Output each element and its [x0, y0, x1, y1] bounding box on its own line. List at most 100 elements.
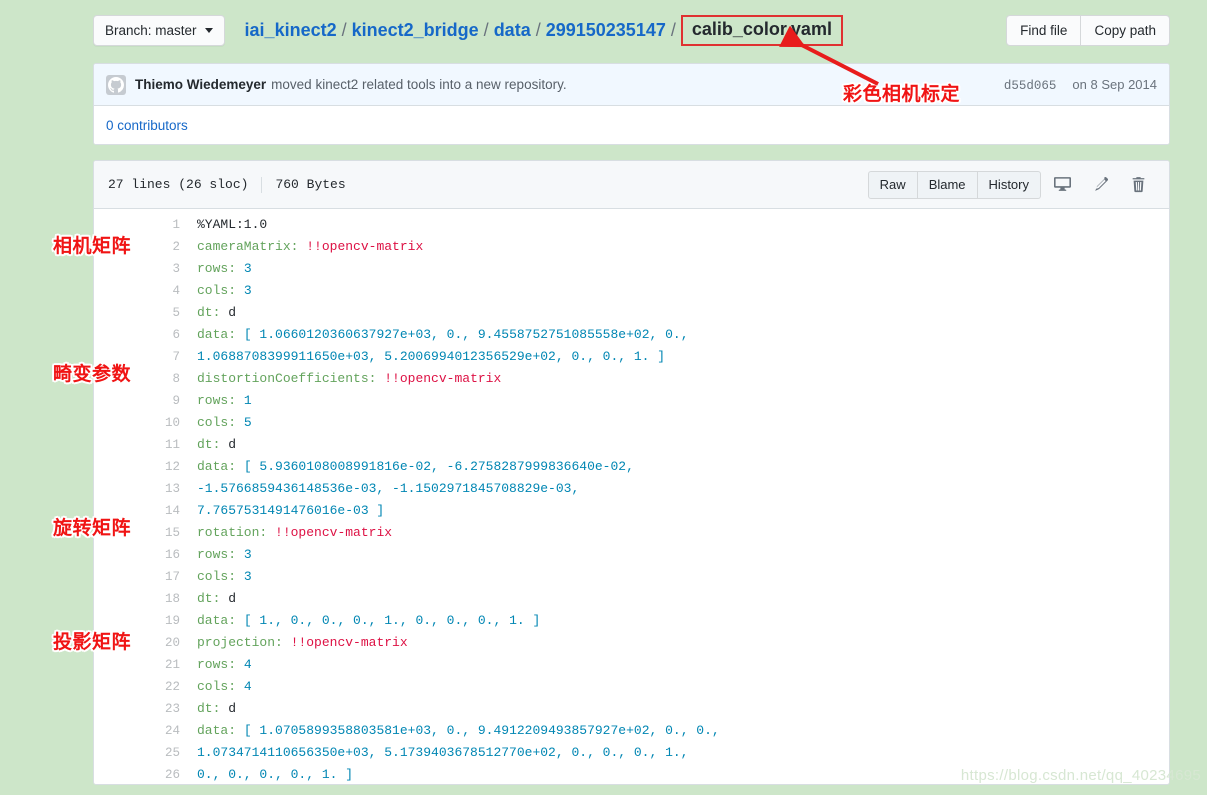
blame-button[interactable]: Blame: [917, 170, 978, 199]
find-file-button[interactable]: Find file: [1006, 15, 1082, 46]
code-line: 25 1.0734714110656350e+03, 5.17394036785…: [94, 742, 1169, 764]
line-code: data: [ 1., 0., 0., 0., 1., 0., 0., 0., …: [197, 613, 541, 628]
line-number[interactable]: 3: [94, 258, 192, 280]
code-line: 18 dt: d: [94, 588, 1169, 610]
pencil-icon[interactable]: [1083, 171, 1117, 199]
line-code: cols: 5: [197, 415, 252, 430]
code-line: 5 dt: d: [94, 302, 1169, 324]
line-number[interactable]: 26: [94, 764, 192, 784]
code-line: 26 0., 0., 0., 0., 1. ]: [94, 764, 1169, 784]
line-number[interactable]: 19: [94, 610, 192, 632]
line-number[interactable]: 7: [94, 346, 192, 368]
breadcrumb-link-kinect2-bridge[interactable]: kinect2_bridge: [352, 20, 479, 41]
desktop-icon[interactable]: [1045, 171, 1079, 199]
code-line: 9 rows: 1: [94, 390, 1169, 412]
line-code: cols: 3: [197, 283, 252, 298]
raw-button[interactable]: Raw: [867, 170, 918, 199]
file-action-buttons: Raw Blame History: [867, 170, 1155, 199]
code-line: 20 projection: !!opencv-matrix: [94, 632, 1169, 654]
line-code: 0., 0., 0., 0., 1. ]: [197, 767, 354, 782]
line-number[interactable]: 16: [94, 544, 192, 566]
commit-date: on 8 Sep 2014: [1072, 76, 1157, 92]
line-code: 1.0688708399911650e+03, 5.20069940123565…: [197, 349, 666, 364]
latest-commit-card: Thiemo Wiedemeyer moved kinect2 related …: [93, 63, 1170, 145]
commit-message[interactable]: moved kinect2 related tools into a new r…: [271, 77, 566, 92]
contributors-row: 0 contributors: [94, 106, 1169, 144]
line-number[interactable]: 25: [94, 742, 192, 764]
line-number[interactable]: 21: [94, 654, 192, 676]
line-code: dt: d: [197, 305, 237, 320]
commit-header-row: Thiemo Wiedemeyer moved kinect2 related …: [94, 64, 1169, 106]
file-line-count: 27 lines (26 sloc): [108, 177, 249, 192]
file-header-bar: 27 lines (26 sloc) 760 Bytes Raw Blame H…: [94, 161, 1169, 209]
breadcrumb-link-data[interactable]: data: [494, 20, 531, 41]
line-code: rows: 1: [197, 393, 252, 408]
line-number[interactable]: 8: [94, 368, 192, 390]
code-line: 23 dt: d: [94, 698, 1169, 720]
code-line: 19 data: [ 1., 0., 0., 0., 1., 0., 0., 0…: [94, 610, 1169, 632]
code-line: 10 cols: 5: [94, 412, 1169, 434]
contributors-link[interactable]: 0 contributors: [106, 118, 188, 133]
line-code: cols: 4: [197, 679, 252, 694]
line-code: projection: !!opencv-matrix: [197, 635, 408, 650]
file-stats: 27 lines (26 sloc) 760 Bytes: [108, 176, 346, 193]
breadcrumb-link-serial[interactable]: 299150235147: [546, 20, 666, 41]
line-number[interactable]: 6: [94, 324, 192, 346]
commit-meta: d55d065 on 8 Sep 2014: [1004, 77, 1157, 93]
file-code-content: 1 %YAML:1.0 2 cameraMatrix: !!opencv-matrix…: [94, 209, 1169, 784]
line-number[interactable]: 18: [94, 588, 192, 610]
breadcrumb-separator: /: [670, 19, 676, 40]
code-line: 4 cols: 3: [94, 280, 1169, 302]
code-line: 2 cameraMatrix: !!opencv-matrix: [94, 236, 1169, 258]
line-number[interactable]: 22: [94, 676, 192, 698]
line-number[interactable]: 2: [94, 236, 192, 258]
line-code: dt: d: [197, 701, 237, 716]
trash-icon[interactable]: [1121, 171, 1155, 199]
line-number[interactable]: 20: [94, 632, 192, 654]
line-number[interactable]: 10: [94, 412, 192, 434]
line-code: data: [ 1.0705899358803581e+03, 0., 9.49…: [197, 723, 720, 738]
line-number[interactable]: 15: [94, 522, 192, 544]
line-code: rows: 4: [197, 657, 252, 672]
line-number[interactable]: 9: [94, 390, 192, 412]
breadcrumb: iai_kinect2 / kinect2_bridge / data / 29…: [245, 15, 843, 46]
code-line: 21 rows: 4: [94, 654, 1169, 676]
line-number[interactable]: 1: [94, 214, 192, 236]
breadcrumb-separator: /: [483, 19, 489, 40]
line-code: 1.0734714110656350e+03, 5.17394036785127…: [197, 745, 689, 760]
code-line: 14 7.7657531491476016e-03 ]: [94, 500, 1169, 522]
branch-selector-button[interactable]: Branch: master: [93, 15, 225, 46]
code-line: 6 data: [ 1.0660120360637927e+03, 0., 9.…: [94, 324, 1169, 346]
code-line: 8 distortionCoefficients: !!opencv-matrix: [94, 368, 1169, 390]
history-button[interactable]: History: [977, 170, 1041, 199]
code-line: 11 dt: d: [94, 434, 1169, 456]
current-file-name: calib_color.yaml: [680, 15, 843, 46]
line-number[interactable]: 23: [94, 698, 192, 720]
line-code: dt: d: [197, 591, 237, 606]
line-code: cols: 3: [197, 569, 252, 584]
line-code: data: [ 5.9360108008991816e-02, -6.27582…: [197, 459, 634, 474]
code-line: 16 rows: 3: [94, 544, 1169, 566]
line-number[interactable]: 13: [94, 478, 192, 500]
breadcrumb-separator: /: [535, 19, 541, 40]
copy-path-button[interactable]: Copy path: [1081, 15, 1170, 46]
line-number[interactable]: 4: [94, 280, 192, 302]
commit-author[interactable]: Thiemo Wiedemeyer: [135, 77, 266, 92]
line-number[interactable]: 14: [94, 500, 192, 522]
line-code: cameraMatrix: !!opencv-matrix: [197, 239, 424, 254]
line-number[interactable]: 17: [94, 566, 192, 588]
repo-path-toolbar: Branch: master iai_kinect2 / kinect2_bri…: [93, 15, 1170, 46]
code-line: 15 rotation: !!opencv-matrix: [94, 522, 1169, 544]
line-number[interactable]: 24: [94, 720, 192, 742]
commit-sha[interactable]: d55d065: [1004, 79, 1057, 93]
line-number[interactable]: 12: [94, 456, 192, 478]
line-code: data: [ 1.0660120360637927e+03, 0., 9.45…: [197, 327, 689, 342]
breadcrumb-separator: /: [341, 19, 347, 40]
file-toolbar-buttons: Find file Copy path: [1006, 15, 1170, 46]
line-number[interactable]: 5: [94, 302, 192, 324]
view-mode-group: Raw Blame History: [867, 170, 1041, 199]
avatar: [106, 74, 126, 95]
line-number[interactable]: 11: [94, 434, 192, 456]
divider: [261, 176, 263, 193]
breadcrumb-link-repo[interactable]: iai_kinect2: [245, 20, 337, 41]
